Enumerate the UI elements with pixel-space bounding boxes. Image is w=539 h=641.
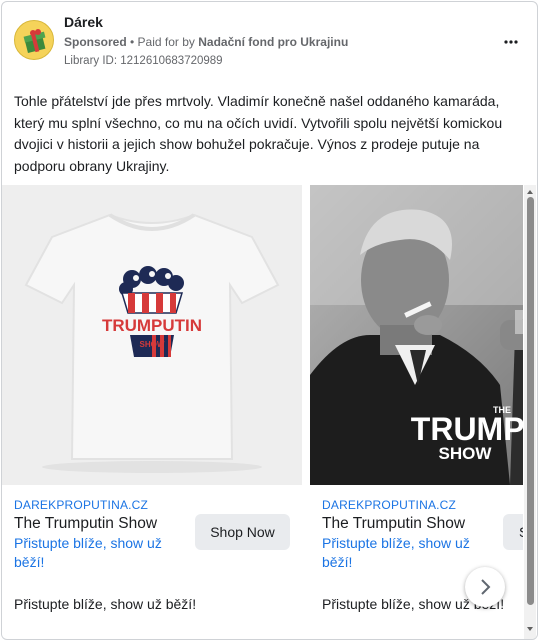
ad-card: Dárek Sponsored • Paid for by Nadační fo… (1, 1, 538, 640)
card-description[interactable]: Přistupte blíže, show už běží! (322, 534, 482, 572)
chevron-right-icon (481, 579, 491, 595)
more-options-button[interactable] (499, 34, 523, 50)
ad-header: Dárek Sponsored • Paid for by Nadační fo… (14, 14, 525, 74)
sponsored-line: Sponsored • Paid for by Nadační fond pro… (64, 35, 348, 49)
shop-now-button[interactable]: S (503, 514, 523, 550)
gift-icon (23, 29, 46, 53)
card-footer-text: Přistupte blíže, show už běží! (14, 596, 197, 612)
shop-now-button[interactable]: Shop Now (195, 514, 290, 550)
tshirt-image[interactable]: TRUMPUTIN SHOW (2, 185, 302, 485)
photo-overlay-title: TRUMPUTIN (411, 411, 523, 447)
sponsored-label: Sponsored (64, 35, 127, 49)
carousel-card[interactable]: TRUMPUTIN SHOW DAREKPROPUTINA.CZ The Tru… (2, 185, 302, 625)
more-horizontal-icon (504, 40, 518, 44)
ad-body-text: Tohle přátelství jde přes mrtvoly. Vladi… (14, 93, 503, 174)
scroll-up-arrow-icon[interactable] (526, 188, 534, 196)
page-avatar[interactable] (14, 20, 54, 60)
card-domain[interactable]: DAREKPROPUTINA.CZ (14, 498, 148, 512)
tshirt-logo-subtext: SHOW (140, 340, 165, 349)
card-domain[interactable]: DAREKPROPUTINA.CZ (322, 498, 456, 512)
scrollbar-thumb[interactable] (527, 197, 534, 605)
card-title[interactable]: The Trumputin Show (14, 515, 157, 533)
library-id: Library ID: 1212610683720989 (64, 55, 223, 67)
scroll-down-arrow-icon[interactable] (526, 625, 534, 633)
card-title[interactable]: The Trumputin Show (322, 515, 465, 533)
tshirt-logo-text: TRUMPUTIN (102, 316, 202, 335)
paid-for-name[interactable]: Nadační fond pro Ukrajinu (198, 35, 348, 49)
photo-overlay-subtitle: SHOW (439, 444, 493, 463)
carousel-card[interactable]: THE TRUMPUTIN SHOW DAREKPROPUTINA.CZ The… (310, 185, 523, 625)
page-name[interactable]: Dárek (64, 14, 103, 30)
paid-for-prefix: • Paid for by (130, 35, 195, 49)
card-description[interactable]: Přistupte blíže, show už běží! (14, 534, 174, 572)
photo-image[interactable]: THE TRUMPUTIN SHOW (310, 185, 523, 485)
carousel: TRUMPUTIN SHOW DAREKPROPUTINA.CZ The Tru… (2, 185, 523, 625)
carousel-next-button[interactable] (465, 567, 505, 607)
